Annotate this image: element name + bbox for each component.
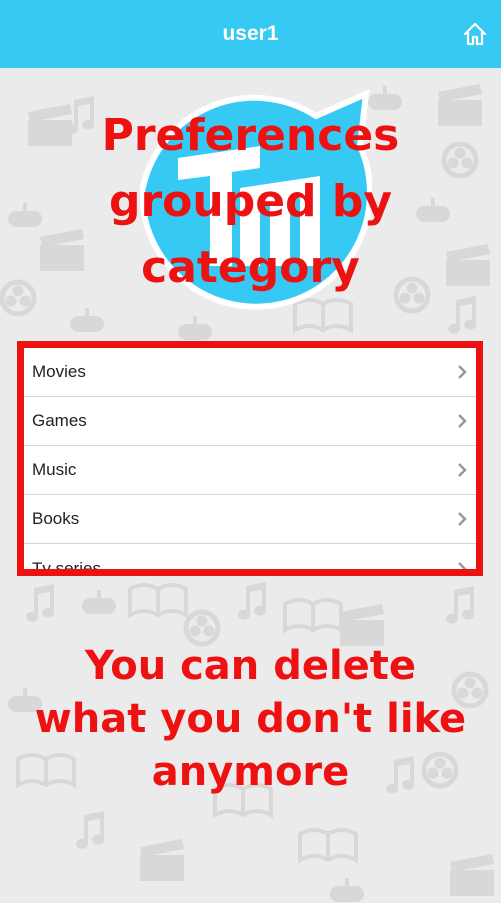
header-title: user1 (222, 22, 279, 45)
category-item-games[interactable]: Games (24, 397, 476, 446)
app-header: user1 (0, 0, 501, 68)
chevron-right-icon (456, 511, 468, 527)
annotation-preferences: Preferences grouped by category (101, 110, 400, 293)
category-label: Games (32, 411, 87, 430)
chevron-right-icon (456, 462, 468, 478)
chevron-right-icon (456, 561, 468, 569)
category-item-movies[interactable]: Movies (24, 348, 476, 397)
category-label: Tv series (32, 558, 101, 576)
category-item-tv-series[interactable]: Tv series (24, 544, 476, 576)
category-list: Movies Games Music Books Tv series (17, 341, 483, 576)
category-label: Books (32, 509, 80, 528)
chevron-right-icon (456, 413, 468, 429)
category-item-music[interactable]: Music (24, 446, 476, 495)
home-button[interactable] (461, 20, 489, 48)
home-icon (463, 22, 487, 46)
category-label: Movies (32, 362, 86, 381)
annotation-delete: You can delete what you don't like anymo… (34, 643, 467, 795)
chevron-right-icon (456, 364, 468, 380)
category-item-books[interactable]: Books (24, 495, 476, 544)
category-label: Music (32, 460, 77, 479)
